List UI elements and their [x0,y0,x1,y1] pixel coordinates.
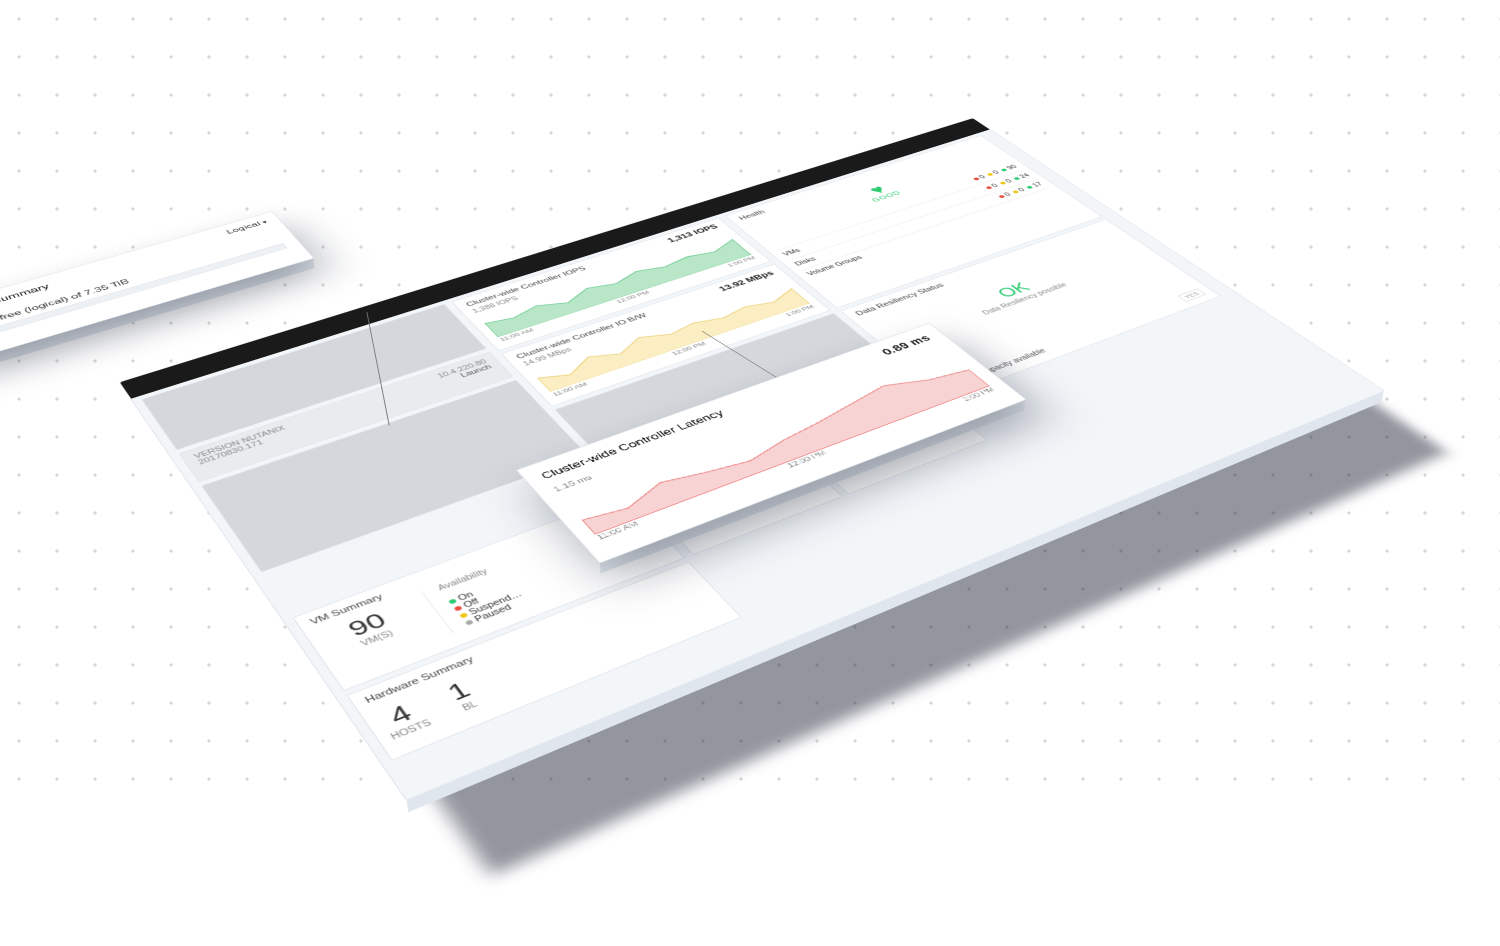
rebuild-yes: YES [1177,288,1206,301]
hw-blocks-label: BL [459,699,482,714]
hw-hosts: 4 [373,695,428,733]
hw-hosts-label: HOSTS [389,718,433,742]
vm-unit: VM(S) [331,618,423,658]
version-value: 20170830.171 [197,430,291,466]
avail-label: Availability [436,567,490,592]
hw-blocks: 1 [442,676,476,705]
hw-title: Hardware Summary [363,571,690,705]
version-label: VERSION NUTANIX [193,424,287,459]
vm-count: 90 [317,598,418,651]
